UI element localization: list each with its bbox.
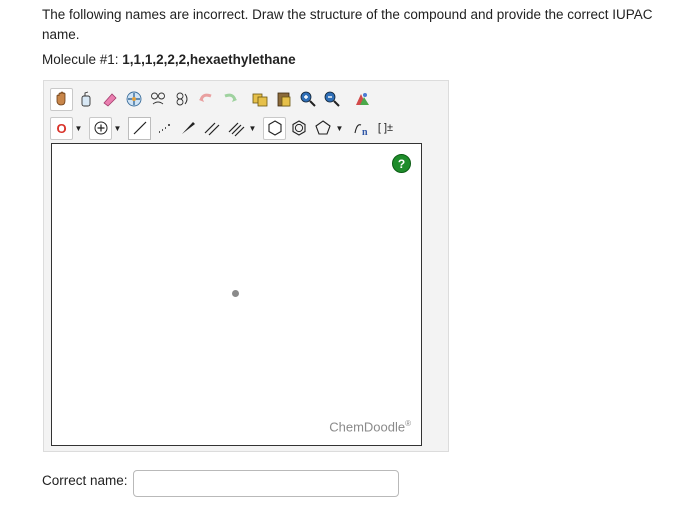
benzene-ring-icon[interactable] <box>263 116 286 140</box>
recessed-bond-icon[interactable] <box>152 117 175 140</box>
chemdoodle-sketcher: O ▼ ▼ ▼ ▼ n []± ? ChemDoodle® <box>43 80 449 452</box>
help-icon[interactable]: ? <box>392 154 411 173</box>
undo-icon[interactable] <box>194 88 217 111</box>
clean-icon[interactable] <box>350 88 373 111</box>
double-bond-icon[interactable] <box>200 117 223 140</box>
wedge-bond-icon[interactable] <box>176 117 199 140</box>
aromatic-ring-icon[interactable] <box>287 117 310 140</box>
cyclopentane-ring-icon[interactable] <box>311 117 334 140</box>
molecule-line: Molecule #1: 1,1,1,2,2,2,hexaethylethane <box>42 52 296 67</box>
center-icon[interactable] <box>122 88 145 111</box>
zoom-in-icon[interactable] <box>296 88 319 111</box>
drawing-canvas[interactable]: ? ChemDoodle® <box>51 143 422 446</box>
chain-icon[interactable]: n <box>350 117 373 140</box>
lasso-icon[interactable] <box>74 88 97 111</box>
question-instructions: The following names are incorrect. Draw … <box>42 7 653 42</box>
svg-text:n: n <box>362 127 368 137</box>
toolbar-row-2: O ▼ ▼ ▼ ▼ n []± <box>50 114 398 142</box>
copy-icon[interactable] <box>248 88 271 111</box>
element-label: O <box>56 120 67 136</box>
element-dropdown-arrow[interactable]: ▼ <box>74 117 83 140</box>
rotate-icon[interactable] <box>170 88 193 111</box>
charge-plus-icon[interactable] <box>89 116 112 140</box>
canvas-center-dot <box>232 290 239 297</box>
element-selector[interactable]: O <box>50 116 73 140</box>
pan-hand-icon[interactable] <box>50 87 73 111</box>
triple-bond-icon[interactable] <box>224 117 247 140</box>
molecule-name: 1,1,1,2,2,2,hexaethylethane <box>122 52 296 67</box>
help-label: ? <box>397 156 406 171</box>
molecule-label: Molecule #1: <box>42 52 123 67</box>
correct-name-input[interactable] <box>133 470 399 497</box>
single-bond-icon[interactable] <box>128 116 151 140</box>
ring-dropdown-arrow[interactable]: ▼ <box>335 117 344 140</box>
templates-button[interactable]: [ ]± <box>374 117 397 140</box>
watermark-text: ChemDoodle <box>329 419 406 434</box>
bond-dropdown-arrow[interactable]: ▼ <box>248 117 257 140</box>
paste-icon[interactable] <box>272 88 295 111</box>
flip-icon[interactable] <box>146 88 169 111</box>
charge-dropdown-arrow[interactable]: ▼ <box>113 117 122 140</box>
redo-icon[interactable] <box>218 88 241 111</box>
templates-label: [ ]± <box>377 122 394 134</box>
chemdoodle-watermark: ChemDoodle® <box>329 419 411 434</box>
correct-name-label: Correct name: <box>42 473 128 488</box>
toolbar-row-1 <box>50 85 374 113</box>
zoom-out-icon[interactable] <box>320 88 343 111</box>
eraser-icon[interactable] <box>98 88 121 111</box>
registered-mark: ® <box>405 418 411 428</box>
